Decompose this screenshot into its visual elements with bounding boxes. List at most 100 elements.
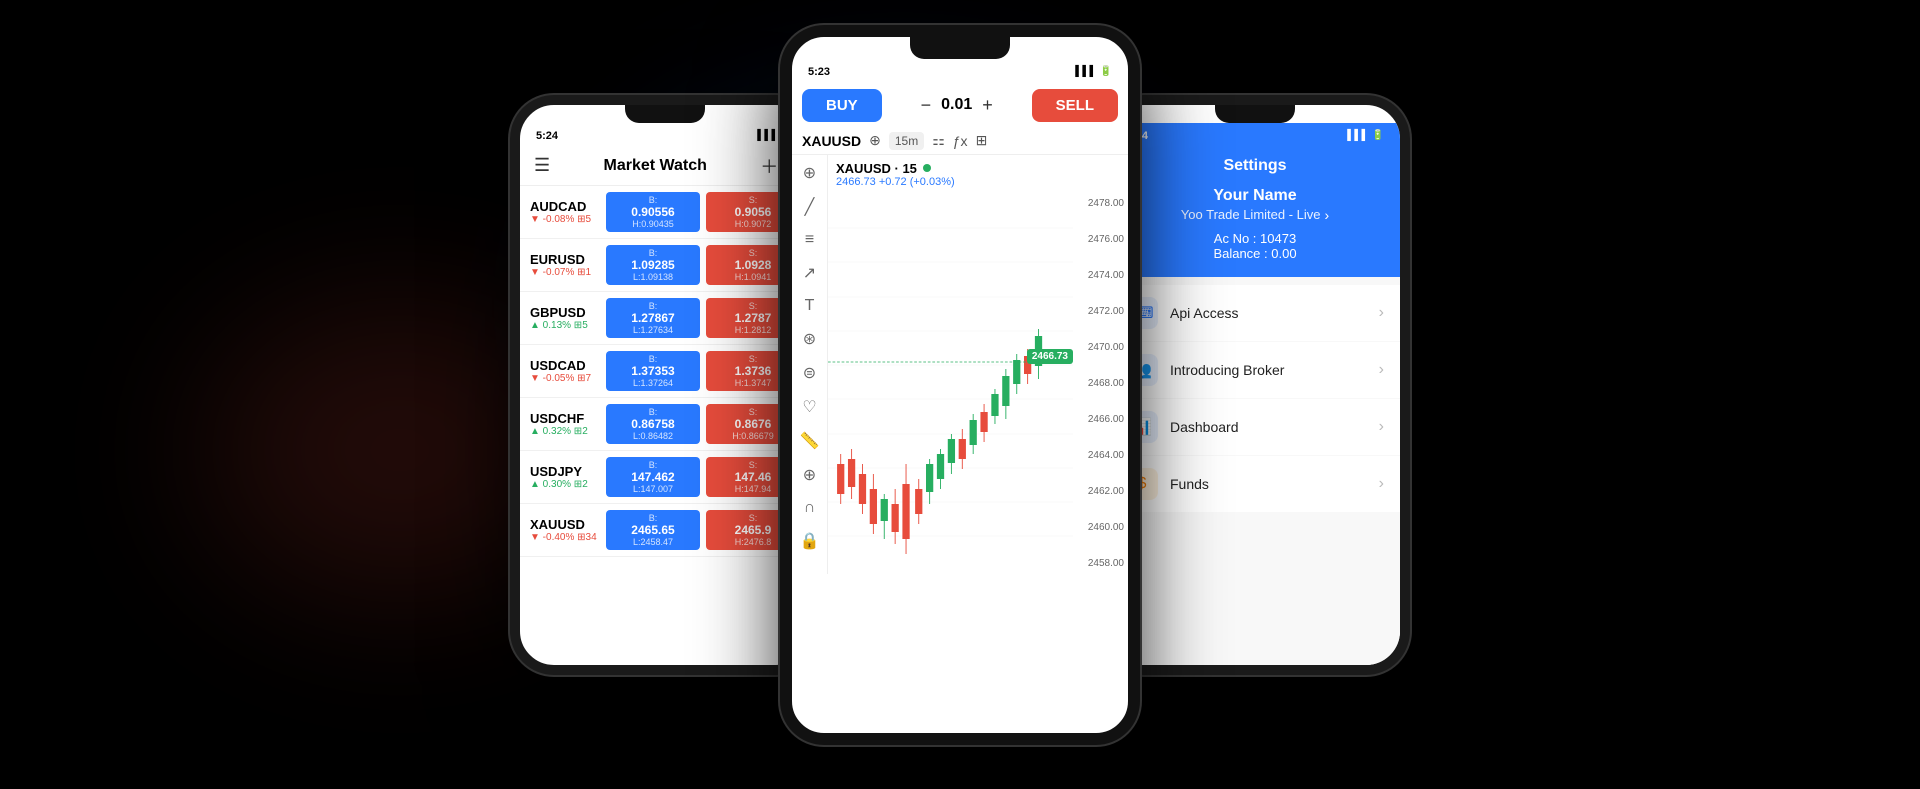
- lot-value: 0.01: [941, 96, 972, 114]
- settings-broker: Yoo Trade Limited - Live ›: [1126, 207, 1384, 223]
- bid-label: B:: [612, 301, 694, 311]
- settings2-icon[interactable]: ⊜: [803, 363, 816, 383]
- settings-item-arrow: ›: [1379, 418, 1384, 436]
- bid-box[interactable]: B: 2465.65 L:2458.47: [606, 510, 700, 550]
- lot-decrease-button[interactable]: −: [921, 95, 932, 116]
- buy-sell-bar: BUY − 0.01 + SELL: [792, 83, 1128, 128]
- candle-chart: 2478.002476.002474.002472.002470.002468.…: [828, 194, 1128, 574]
- market-watch-item[interactable]: USDCAD ▼ -0.05% ⊞7 B: 1.37353 L:1.37264 …: [520, 345, 810, 398]
- price-level: 2460.00: [1073, 522, 1124, 533]
- settings-balance: Balance : 0.00: [1126, 246, 1384, 261]
- bid-value: 2465.65: [612, 523, 694, 537]
- zoom-icon[interactable]: ⊕: [803, 465, 816, 485]
- time-center: 5:23: [808, 66, 830, 78]
- bid-value: 1.27867: [612, 311, 694, 325]
- market-watch-item[interactable]: USDJPY ▲ 0.30% ⊞2 B: 147.462 L:147.007 S…: [520, 451, 810, 504]
- notch-right: [1215, 105, 1295, 123]
- status-bar-center: 5:23 ▌▌▌ 🔋: [792, 59, 1128, 83]
- settings-item-label: Funds: [1170, 476, 1379, 492]
- bid-label: B:: [612, 513, 694, 523]
- settings-broker-arrow[interactable]: ›: [1325, 207, 1330, 223]
- symbol-name: XAUUSD: [530, 517, 600, 532]
- price-level: 2464.00: [1073, 450, 1124, 461]
- symbol-change: ▼ -0.05% ⊞7: [530, 373, 600, 384]
- buy-button[interactable]: BUY: [802, 89, 882, 122]
- lines-icon[interactable]: ≡: [805, 231, 814, 249]
- crosshair-icon[interactable]: ⊕: [803, 163, 816, 183]
- lot-control: − 0.01 +: [890, 95, 1024, 116]
- line-icon[interactable]: ╱: [805, 197, 815, 217]
- market-watch-item[interactable]: USDCHF ▲ 0.32% ⊞2 B: 0.86758 L:0.86482 S…: [520, 398, 810, 451]
- chart-timeframe[interactable]: 15m: [889, 132, 924, 150]
- chart-symbol-bar: XAUUSD ⊕ 15m ⚏ ƒx ⊞: [792, 128, 1128, 155]
- market-watch-item[interactable]: GBPUSD ▲ 0.13% ⊞5 B: 1.27867 L:1.27634 S…: [520, 292, 810, 345]
- settings-menu-item[interactable]: 👥 Introducing Broker ›: [1110, 342, 1400, 398]
- symbol-name: AUDCAD: [530, 199, 600, 214]
- market-watch-item[interactable]: XAUUSD ▼ -0.40% ⊞34 B: 2465.65 L:2458.47…: [520, 504, 810, 557]
- text-icon[interactable]: T: [805, 297, 815, 315]
- lot-increase-button[interactable]: +: [982, 95, 993, 116]
- bid-value: 147.462: [612, 470, 694, 484]
- bid-box[interactable]: B: 147.462 L:147.007: [606, 457, 700, 497]
- settings-menu-item[interactable]: $ Funds ›: [1110, 456, 1400, 512]
- bid-label: B:: [612, 460, 694, 470]
- hamburger-icon[interactable]: ☰: [534, 155, 550, 176]
- bid-label: B:: [612, 248, 694, 258]
- bid-box[interactable]: B: 0.90556 H:0.90435: [606, 192, 700, 232]
- fx-icon[interactable]: ƒx: [953, 133, 968, 149]
- circle-plus-icon[interactable]: ⊕: [869, 132, 881, 149]
- settings-item-label: Dashboard: [1170, 419, 1379, 435]
- symbol-info: USDCAD ▼ -0.05% ⊞7: [530, 358, 600, 384]
- bid-sub: L:147.007: [612, 484, 694, 494]
- symbol-name: USDJPY: [530, 464, 600, 479]
- settings-menu-item[interactable]: 📊 Dashboard ›: [1110, 399, 1400, 455]
- candles-icon[interactable]: ⚏: [932, 132, 945, 149]
- status-bar-right: 5:24 ▌▌▌ 🔋: [1110, 123, 1400, 147]
- symbol-change: ▲ 0.32% ⊞2: [530, 426, 600, 437]
- bid-box[interactable]: B: 1.09285 L:1.09138: [606, 245, 700, 285]
- notch-center: [910, 37, 1010, 59]
- symbol-info: XAUUSD ▼ -0.40% ⊞34: [530, 517, 600, 543]
- bid-sub: L:2458.47: [612, 537, 694, 547]
- price-level: 2472.00: [1073, 306, 1124, 317]
- ruler-icon[interactable]: 📏: [800, 431, 820, 451]
- bid-sub: H:0.90435: [612, 219, 694, 229]
- bid-value: 0.90556: [612, 205, 694, 219]
- status-icons-right: ▌▌▌ 🔋: [1347, 130, 1384, 141]
- lock-icon[interactable]: 🔒: [800, 531, 820, 551]
- price-level: 2462.00: [1073, 486, 1124, 497]
- settings-title: Settings: [1126, 157, 1384, 175]
- bid-sub: L:1.27634: [612, 325, 694, 335]
- symbol-info: EURUSD ▼ -0.07% ⊞1: [530, 252, 600, 278]
- bid-label: B:: [612, 195, 694, 205]
- bid-box[interactable]: B: 0.86758 L:0.86482: [606, 404, 700, 444]
- node-icon[interactable]: ⊛: [803, 329, 816, 349]
- magnet-icon[interactable]: ∩: [804, 499, 816, 517]
- chart-pair: XAUUSD · 15: [836, 161, 1120, 176]
- symbol-name: EURUSD: [530, 252, 600, 267]
- settings-item-arrow: ›: [1379, 361, 1384, 379]
- price-level: 2468.00: [1073, 378, 1124, 389]
- status-bar-left: 5:24 ▌▌▌ 🔋: [520, 123, 810, 147]
- bid-sub: L:0.86482: [612, 431, 694, 441]
- symbol-name: USDCHF: [530, 411, 600, 426]
- bid-value: 0.86758: [612, 417, 694, 431]
- status-icons-center: ▌▌▌ 🔋: [1075, 66, 1112, 77]
- bid-box[interactable]: B: 1.27867 L:1.27634: [606, 298, 700, 338]
- settings-menu-item[interactable]: ⌨ Api Access ›: [1110, 285, 1400, 341]
- symbol-name: GBPUSD: [530, 305, 600, 320]
- market-watch-item[interactable]: AUDCAD ▼ -0.08% ⊞5 B: 0.90556 H:0.90435 …: [520, 186, 810, 239]
- price-level: 2478.00: [1073, 198, 1124, 209]
- sell-button[interactable]: SELL: [1032, 89, 1118, 122]
- bid-box[interactable]: B: 1.37353 L:1.37264: [606, 351, 700, 391]
- arrow-icon[interactable]: ↗: [803, 263, 816, 283]
- grid-icon[interactable]: ⊞: [976, 132, 988, 149]
- chart-info-header: XAUUSD · 15 2466.73 +0.72 (+0.03%): [828, 155, 1128, 194]
- bid-sub: L:1.09138: [612, 272, 694, 282]
- add-icon[interactable]: ＋: [760, 153, 778, 179]
- symbol-info: GBPUSD ▲ 0.13% ⊞5: [530, 305, 600, 331]
- market-watch-item[interactable]: EURUSD ▼ -0.07% ⊞1 B: 1.09285 L:1.09138 …: [520, 239, 810, 292]
- bid-label: B:: [612, 407, 694, 417]
- heart-icon[interactable]: ♡: [802, 397, 816, 417]
- settings-item-arrow: ›: [1379, 304, 1384, 322]
